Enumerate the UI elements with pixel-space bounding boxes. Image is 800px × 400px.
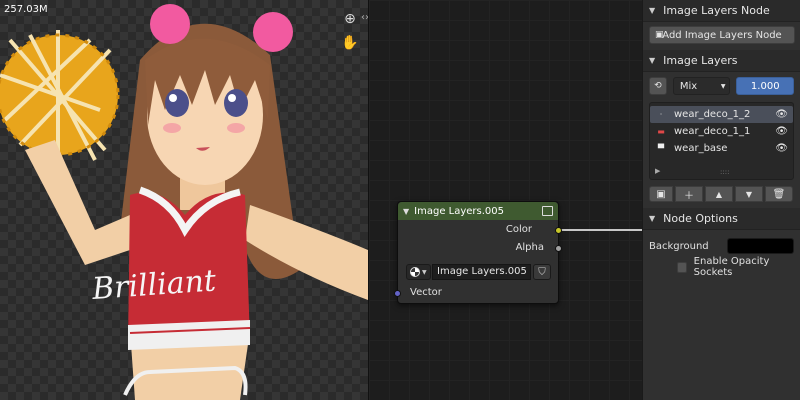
chevron-down-icon: ▼ (422, 268, 427, 276)
image-browse-button[interactable]: ▼ (406, 264, 431, 280)
move-layer-down-icon[interactable]: ▼ (735, 186, 763, 202)
panel-title: Node Options (663, 212, 738, 225)
opacity-slider[interactable]: 1.000 (736, 77, 795, 95)
background-color-swatch[interactable] (727, 238, 794, 254)
node-link (559, 229, 642, 231)
color-output-socket[interactable] (555, 227, 562, 234)
image-name-field[interactable]: Image Layers.005 (432, 264, 531, 280)
chevron-down-icon: ▼ (649, 6, 656, 15)
chevron-down-icon: ▼ (649, 214, 656, 223)
layer-list[interactable]: · wear_deco_1_2 👁 ▬ wear_deco_1_1 👁 ▀ we… (649, 102, 794, 180)
image-layers-node[interactable]: ▼ Image Layers.005 Color Alpha ▼ Image L… (394, 201, 562, 304)
eye-icon[interactable]: 👁 (775, 143, 788, 154)
image-datablock-field: ▼ Image Layers.005 ⛉ (406, 264, 551, 280)
character-image: Brilliant (0, 4, 368, 400)
blend-mode-dropdown[interactable]: Mix ▼ (672, 77, 731, 95)
enable-opacity-sockets-checkbox[interactable] (677, 261, 687, 273)
sidebar-toggle-icon[interactable]: ‹› (361, 12, 368, 23)
panel-header-image-layers-node[interactable]: ▼ Image Layers Node (643, 0, 800, 22)
delete-layer-trash-icon[interactable]: 🗑 (765, 186, 793, 202)
add-image-layers-node-button[interactable]: ▣ Add Image Layers Node (649, 26, 795, 44)
layer-name: wear_deco_1_2 (674, 109, 751, 120)
zoom-icon[interactable]: ⊕ (341, 10, 359, 28)
node-header[interactable]: ▼ Image Layers.005 (398, 202, 558, 220)
image-icon (542, 206, 553, 216)
image-browse-icon (410, 267, 420, 277)
memory-usage-label: 257.03M (4, 4, 48, 15)
list-resize-handle[interactable]: :::: (720, 168, 729, 176)
output-label-alpha: Alpha (515, 242, 544, 253)
layer-thumbnail-icon: ▀ (657, 144, 665, 153)
collapse-arrow-icon[interactable]: ▼ (403, 207, 409, 216)
pan-hand-icon[interactable]: ✋ (341, 34, 359, 52)
layer-thumbnail-icon: ▬ (657, 127, 665, 136)
add-image-layer-icon[interactable]: ▣ (649, 186, 673, 202)
eye-icon[interactable]: 👁 (775, 109, 788, 120)
layer-item[interactable]: ▀ wear_base 👁 (650, 140, 793, 157)
vector-input-socket[interactable] (394, 290, 401, 297)
alpha-output-socket[interactable] (555, 245, 562, 252)
node-title: Image Layers.005 (414, 205, 505, 217)
properties-sidebar: ▼ Image Layers Node ▣ Add Image Layers N… (642, 0, 800, 400)
image-icon: ▣ (655, 30, 664, 40)
fake-user-shield-icon[interactable]: ⛉ (533, 264, 551, 280)
panel-header-node-options[interactable]: ▼ Node Options (643, 208, 800, 230)
add-layer-plus-icon[interactable]: ＋ (675, 186, 703, 202)
eye-icon[interactable]: 👁 (775, 126, 788, 137)
chevron-down-icon: ▼ (720, 82, 726, 90)
panel-header-image-layers[interactable]: ▼ Image Layers (643, 50, 800, 72)
output-label-color: Color (505, 224, 532, 235)
image-viewer[interactable]: Brilliant 257.03M ⊕ ✋ ‹› (0, 0, 368, 400)
background-label: Background (649, 240, 709, 252)
panel-title: Image Layers Node (663, 4, 770, 17)
list-filter-toggle-icon[interactable]: ▶ (655, 167, 660, 175)
add-node-label: Add Image Layers Node (662, 29, 782, 41)
layer-name: wear_deco_1_1 (674, 126, 751, 137)
layer-item[interactable]: ▬ wear_deco_1_1 👁 (650, 123, 793, 140)
input-label-vector: Vector (410, 287, 442, 298)
layer-item[interactable]: · wear_deco_1_2 👁 (650, 106, 793, 123)
blend-mode-value: Mix (679, 80, 698, 92)
chevron-down-icon: ▼ (649, 56, 656, 65)
pom-pom (0, 30, 120, 165)
enable-opacity-sockets-label: Enable Opacity Sockets (693, 256, 770, 278)
blend-mode-icon[interactable]: ⟲ (649, 77, 667, 95)
layer-name: wear_base (674, 143, 728, 154)
move-layer-up-icon[interactable]: ▲ (705, 186, 733, 202)
layer-thumbnail-icon: · (659, 110, 663, 119)
panel-title: Image Layers (663, 54, 738, 67)
node-editor-canvas[interactable]: ▼ Image Layers.005 Color Alpha ▼ Image L… (368, 0, 642, 400)
